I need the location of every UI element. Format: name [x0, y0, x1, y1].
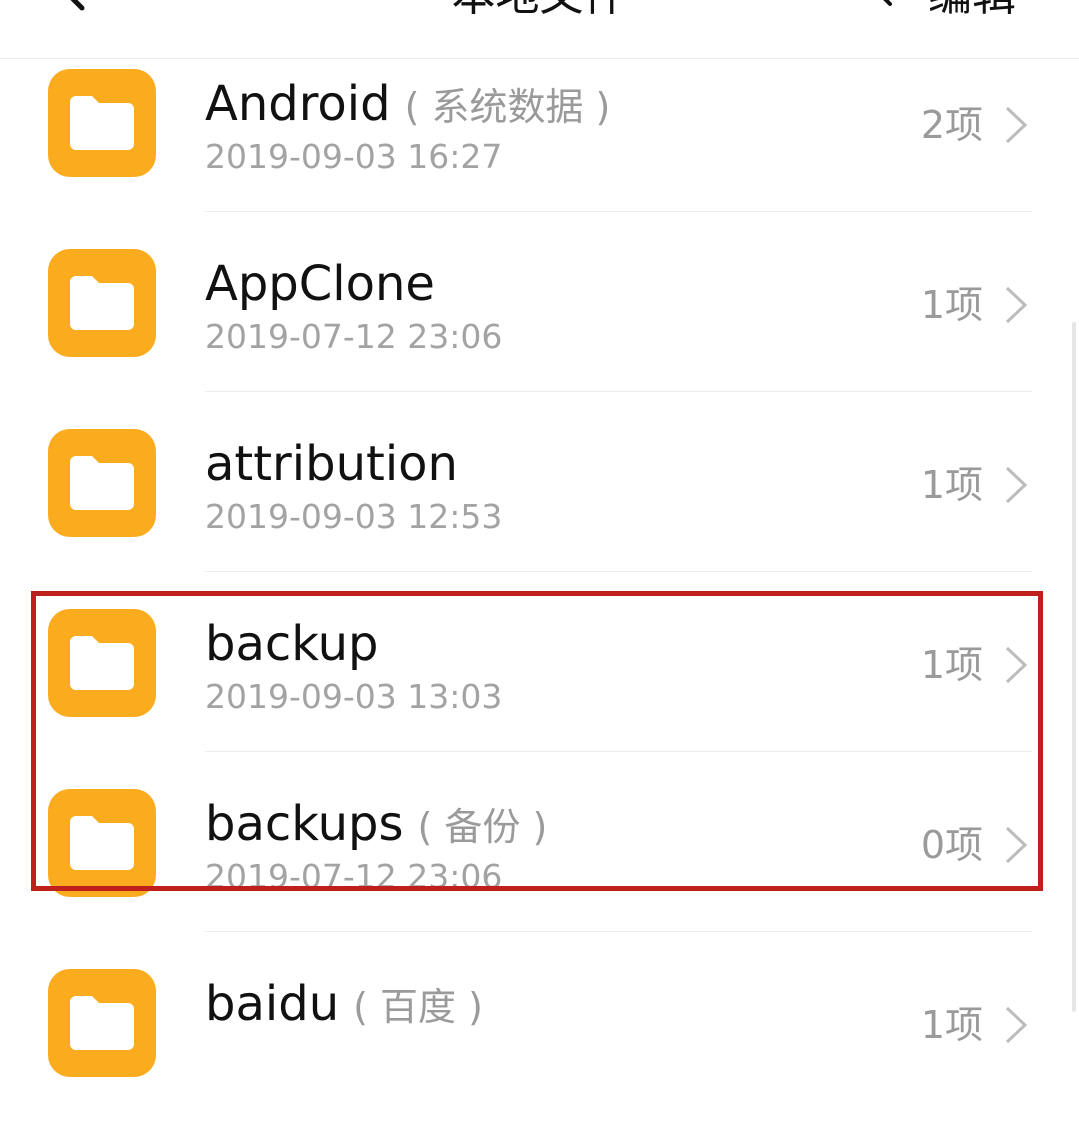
item-count: 1项	[920, 1003, 983, 1047]
chevron-right-icon	[1005, 106, 1028, 144]
chevron-right-icon	[1005, 286, 1028, 324]
file-alias: ( 备份 )	[417, 805, 548, 849]
file-alias: ( 系统数据 )	[404, 85, 611, 129]
scrollbar[interactable]	[1072, 322, 1076, 1012]
item-count: 1项	[920, 463, 983, 507]
file-name: Android	[205, 76, 391, 132]
file-name-line: attribution	[205, 433, 458, 495]
item-count: 1项	[920, 643, 983, 687]
divider	[205, 751, 1032, 752]
file-name: backup	[205, 616, 379, 672]
file-date: 2019-09-03 16:27	[205, 137, 503, 176]
divider	[205, 211, 1032, 212]
folder-icon	[48, 69, 156, 177]
clip-mask	[160, 886, 760, 926]
file-name-line: baidu ( 百度 )	[205, 973, 483, 1035]
folder-icon	[48, 249, 156, 357]
folder-icon	[48, 609, 156, 717]
file-name-line: backups ( 备份 )	[205, 793, 547, 855]
folder-icon	[48, 969, 156, 1077]
file-alias: ( 百度 )	[353, 985, 483, 1029]
file-list: Android ( 系统数据 ) 2019-09-03 16:27 2项 AppC…	[0, 59, 1079, 1139]
file-name-line: AppClone	[205, 253, 435, 315]
file-row-baidu[interactable]: baidu ( 百度 ) 1项	[0, 959, 1079, 1139]
chevron-right-icon	[1005, 1006, 1028, 1044]
file-name: attribution	[205, 436, 458, 492]
divider	[205, 391, 1032, 392]
search-icon[interactable]	[846, 0, 894, 8]
file-name-line: backup	[205, 613, 378, 675]
file-date: 2019-09-03 13:03	[205, 677, 503, 716]
file-name: backups	[205, 796, 404, 852]
divider	[205, 931, 1032, 932]
file-name: baidu	[205, 976, 340, 1032]
chevron-right-icon	[1005, 646, 1028, 684]
file-row-backup[interactable]: backup 2019-09-03 13:03 1项	[0, 599, 1079, 779]
page-title: 本地文件	[0, 0, 1079, 22]
item-count: 0项	[920, 823, 983, 867]
top-bar: 本地文件 编辑	[0, 0, 1079, 59]
folder-icon	[48, 789, 156, 897]
edit-button[interactable]: 编辑	[928, 0, 1016, 22]
item-count: 1项	[920, 283, 983, 327]
folder-icon	[48, 429, 156, 537]
chevron-right-icon	[1005, 466, 1028, 504]
file-row-appclone[interactable]: AppClone 2019-07-12 23:06 1项	[0, 239, 1079, 419]
file-date: 2019-07-12 23:06	[205, 317, 503, 356]
item-count: 2项	[920, 103, 983, 147]
file-name-line: Android ( 系统数据 )	[205, 73, 610, 135]
divider	[205, 571, 1032, 572]
file-row-android[interactable]: Android ( 系统数据 ) 2019-09-03 16:27 2项	[0, 59, 1079, 239]
file-row-backups[interactable]: backups( 备份 ) 2019-07-12 23:06 0项	[0, 779, 1079, 959]
chevron-right-icon	[1005, 826, 1028, 864]
file-name: AppClone	[205, 256, 435, 312]
file-row-attribution[interactable]: attribution 2019-09-03 12:53 1项	[0, 419, 1079, 599]
file-date: 2019-09-03 12:53	[205, 497, 503, 536]
